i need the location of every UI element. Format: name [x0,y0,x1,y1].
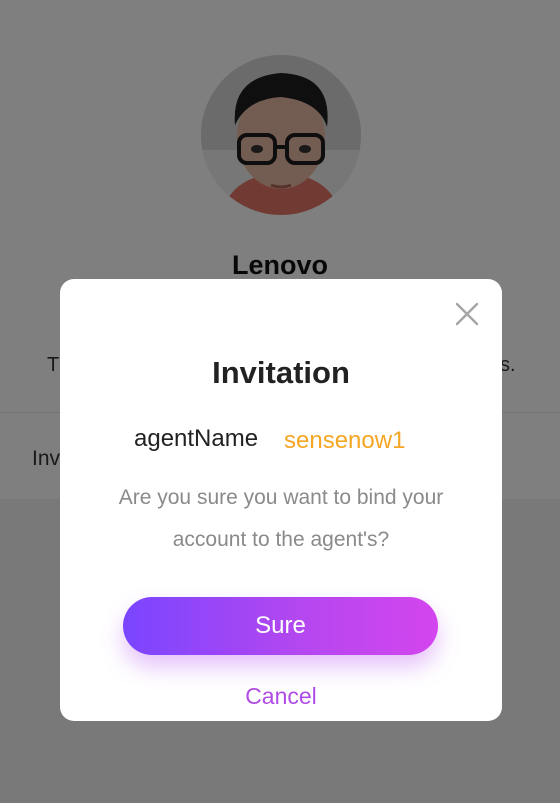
cancel-button[interactable]: Cancel [60,683,502,710]
agent-name-value: sensenow1 [284,427,406,454]
agent-name-label: agentName [134,425,259,452]
dialog-title: Invitation [212,355,350,390]
confirm-message: Are you sure you want to bind your accou… [118,486,444,551]
invitation-dialog: Invitation agentName sensenow1 Are you s… [60,279,502,721]
close-button[interactable] [452,299,482,329]
close-icon [455,302,479,326]
sure-button[interactable]: Sure [123,597,438,655]
